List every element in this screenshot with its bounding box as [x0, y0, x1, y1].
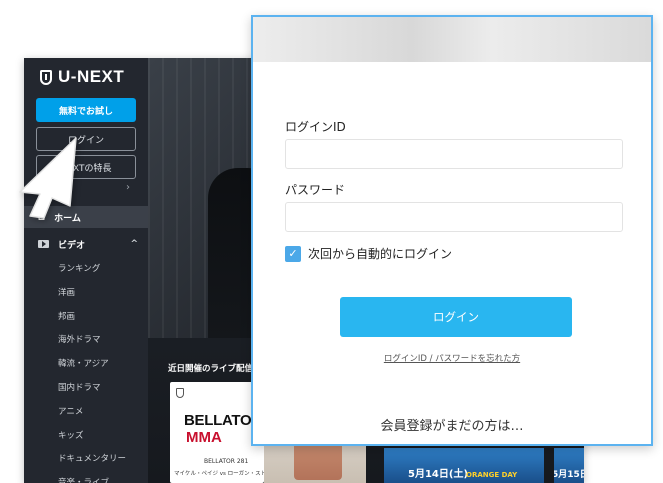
card-fight: マイケル・ペイジ vs ローガン・ストーリー [174, 471, 264, 477]
video-subnav: ランキング 洋画 邦画 海外ドラマ 韓流・アジア 国内ドラマ アニメ キッズ ド… [58, 258, 126, 483]
sidebar-subitem[interactable]: 国内ドラマ [58, 377, 126, 401]
modal-header [253, 17, 651, 62]
live-section-heading: 近日開催のライブ配信 [168, 364, 254, 374]
promo-date: 5月15日 [554, 470, 584, 480]
live-card-may15[interactable]: 5月15日 [554, 448, 584, 483]
password-input[interactable] [285, 202, 623, 232]
login-id-input[interactable] [285, 139, 623, 169]
card-event: BELLATOR 281 [204, 458, 249, 465]
login-submit-button[interactable]: ログイン [340, 297, 572, 337]
sidebar-subitem[interactable]: 音楽・ライブ [58, 472, 126, 483]
chevron-right-icon[interactable]: › [126, 182, 130, 193]
free-trial-button[interactable]: 無料でお試し [36, 98, 136, 122]
sidebar-subitem[interactable]: ドキュメンタリー [58, 448, 126, 472]
sidebar-subitem[interactable]: アニメ [58, 401, 126, 425]
live-card-bellator[interactable]: BELLATO MMA BELLATOR 281 マイケル・ペイジ vs ローガ… [170, 382, 264, 483]
password-label: パスワード [285, 183, 346, 197]
sidebar-subitem[interactable]: 海外ドラマ [58, 329, 126, 353]
sidebar-subitem[interactable]: ランキング [58, 258, 126, 282]
unext-logo[interactable]: U-NEXT [40, 65, 124, 89]
auto-login-option[interactable]: ✓ 次回から自動的にログイン [285, 245, 452, 262]
sidebar-subitem[interactable]: 洋画 [58, 282, 126, 306]
promo-date: 5月14日(土) [408, 469, 469, 480]
login-id-label: ログインID [285, 120, 346, 134]
promo-subtitle: ORANGE DAY [466, 471, 518, 479]
unext-shield-icon [176, 388, 184, 398]
pointer-cursor-icon [19, 137, 77, 219]
auto-login-checkbox[interactable]: ✓ [285, 245, 301, 262]
chevron-up-icon: ^ [130, 239, 138, 249]
sidebar-subitem[interactable]: 韓流・アジア [58, 353, 126, 377]
sidebar-item-label: ビデオ [58, 240, 86, 251]
login-modal: ログインID パスワード ✓ 次回から自動的にログイン ログイン ログインID … [251, 15, 653, 446]
video-icon [38, 240, 49, 248]
sidebar-subitem[interactable]: キッズ [58, 425, 126, 449]
logo-text: U-NEXT [58, 67, 125, 86]
register-prompt: 会員登録がまだの方は… [380, 419, 524, 434]
unext-shield-icon [40, 69, 52, 85]
sidebar-item-video[interactable]: ビデオ ^ [24, 233, 148, 255]
forgot-credentials-link[interactable]: ログインID / パスワードを忘れた方 [253, 352, 651, 364]
card-subtitle: MMA [186, 429, 222, 446]
live-card-orange-day[interactable]: 5月14日(土) ORANGE DAY [384, 448, 544, 483]
sidebar-subitem[interactable]: 邦画 [58, 306, 126, 330]
card-title: BELLATO [184, 412, 252, 429]
auto-login-label[interactable]: 次回から自動的にログイン [308, 245, 452, 262]
